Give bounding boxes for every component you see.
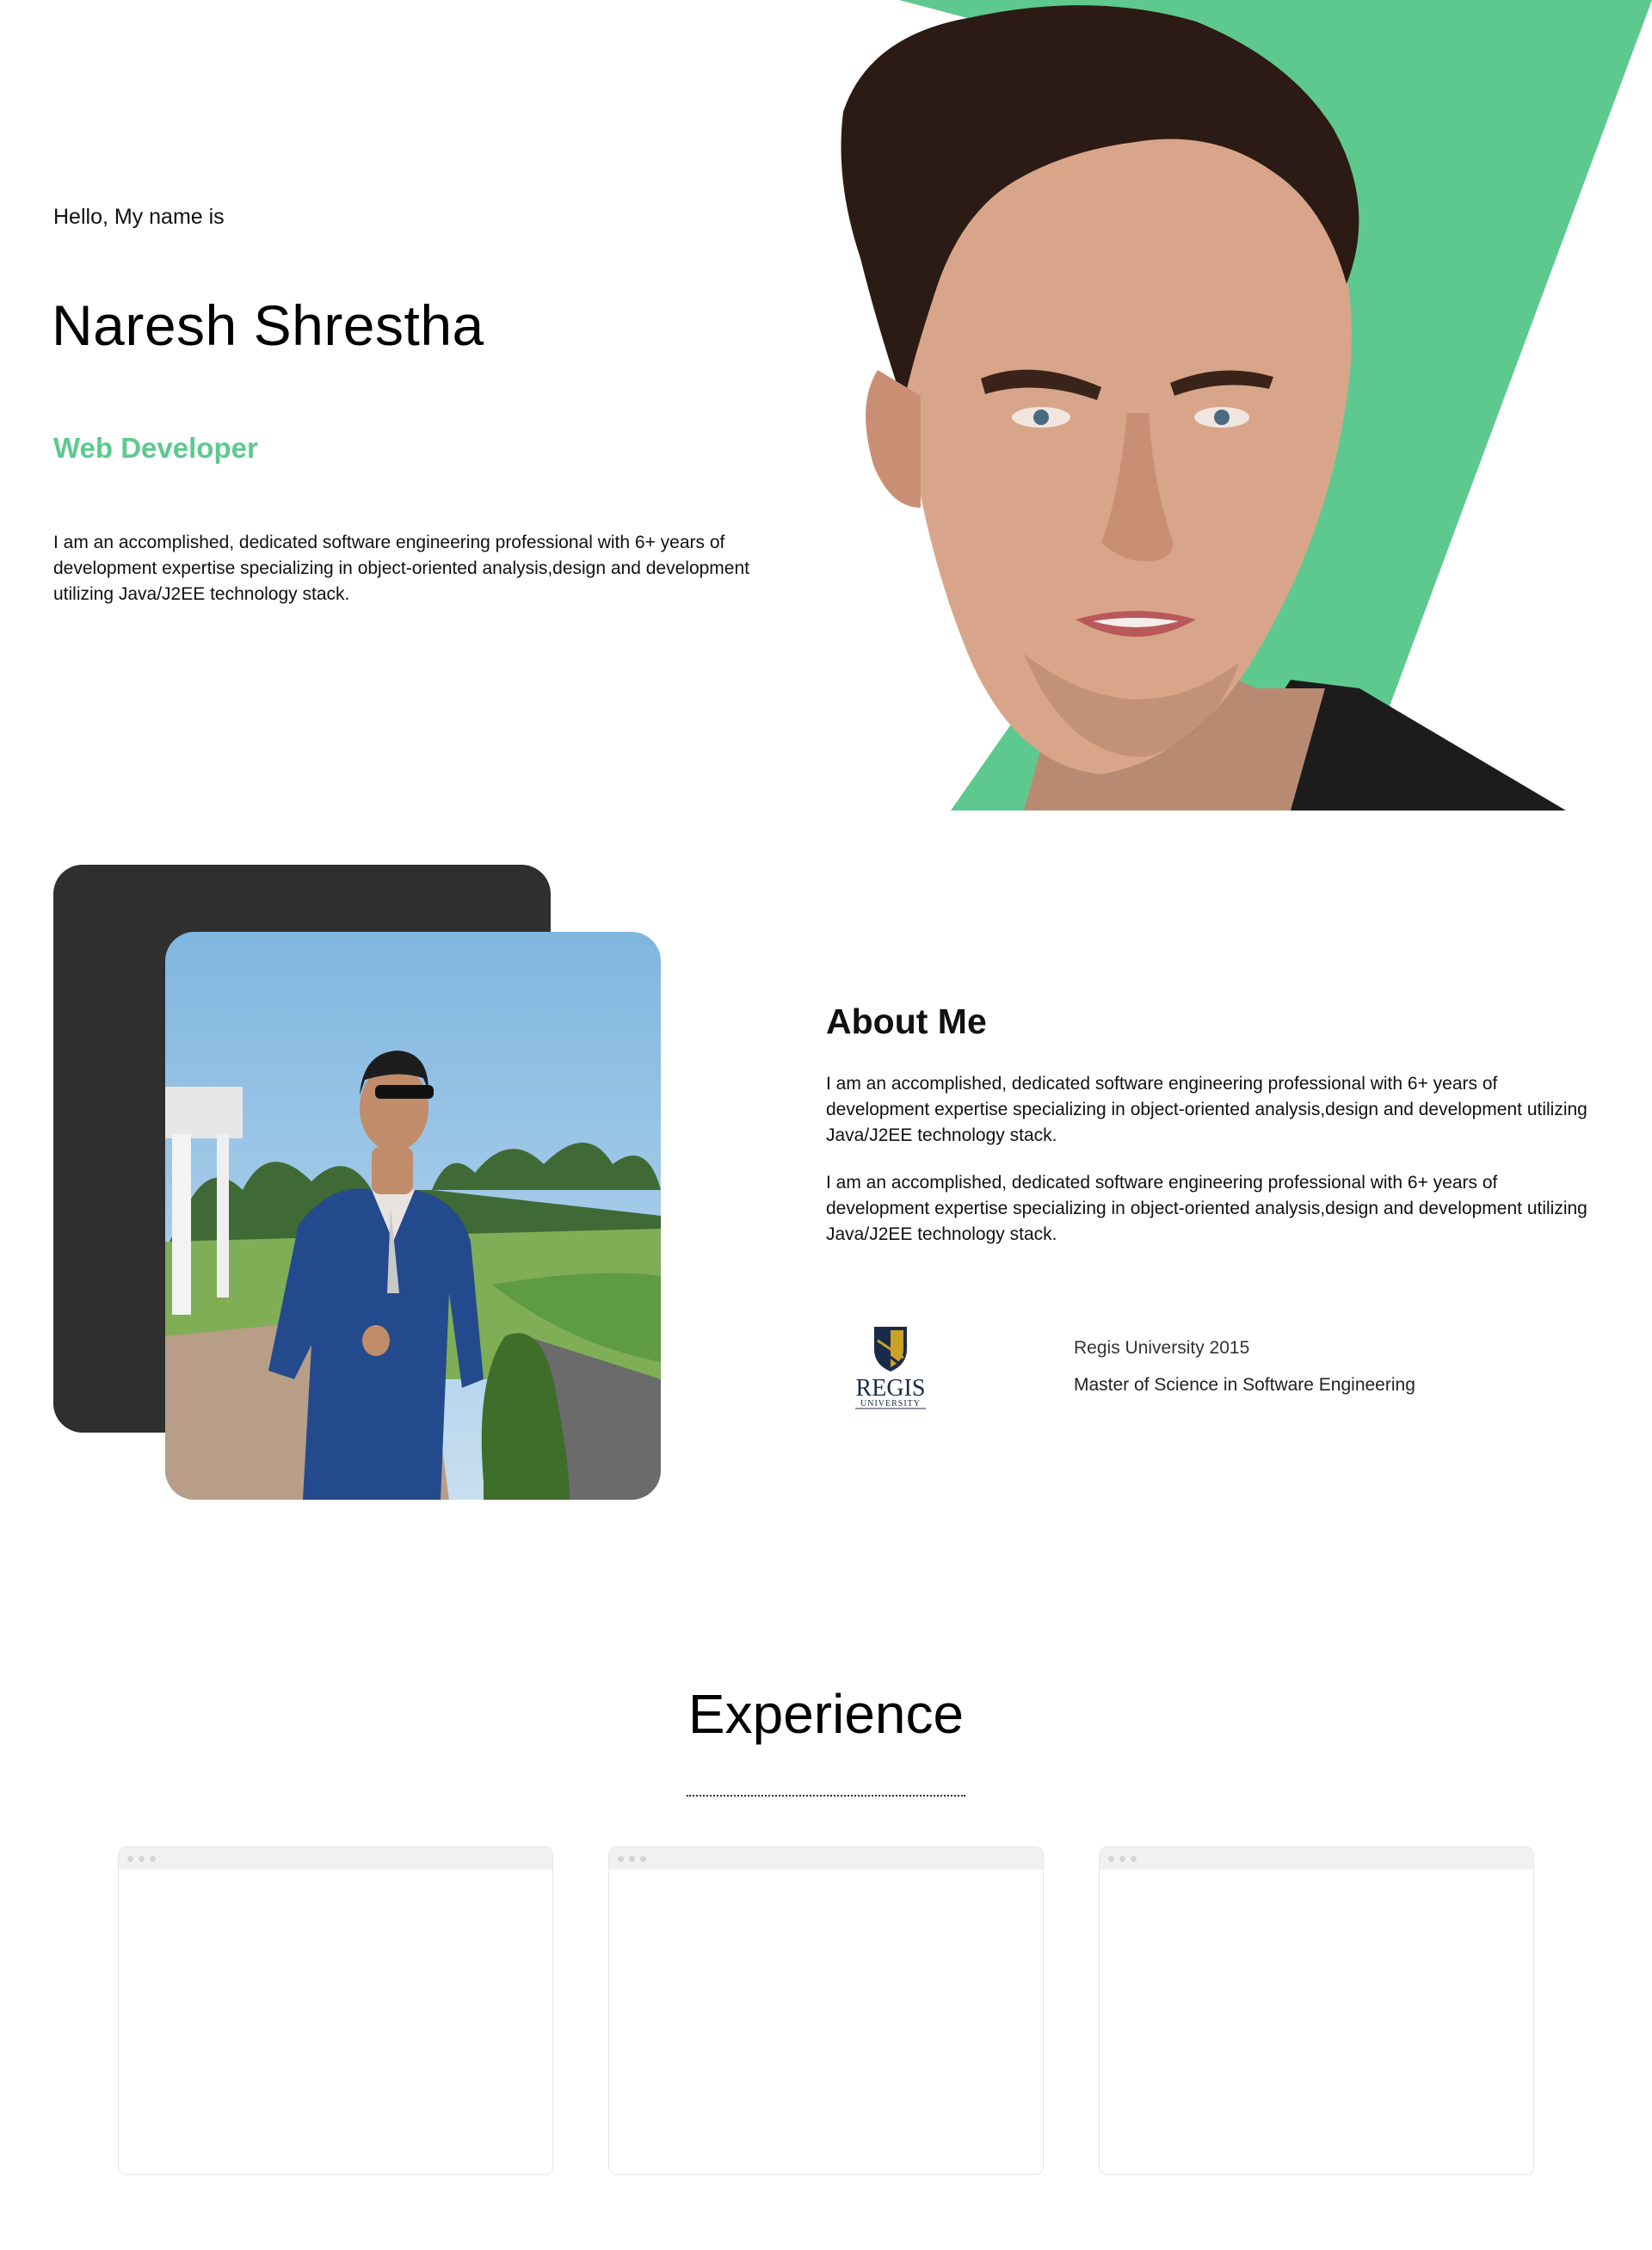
about-paragraph-1: I am an accomplished, dedicated software… — [826, 1074, 1587, 1145]
hero-bio: I am an accomplished, dedicated software… — [53, 533, 749, 604]
experience-card[interactable] — [118, 1846, 553, 2175]
about-paragraph-2: I am an accomplished, dedicated software… — [826, 1173, 1587, 1244]
experience-card[interactable] — [608, 1846, 1044, 2175]
window-dot-icon — [150, 1856, 156, 1862]
browser-window-bar — [1100, 1847, 1533, 1870]
about-photo-image — [165, 932, 661, 1500]
education-degree: Master of Science in Software Engineerin… — [1074, 1375, 1415, 1395]
window-dot-icon — [139, 1856, 145, 1862]
regis-university-logo: REGIS UNIVERSITY — [843, 1323, 938, 1411]
window-dot-icon — [127, 1856, 133, 1862]
hero-portrait-image — [809, 0, 1652, 811]
svg-text:REGIS: REGIS — [856, 1375, 926, 1402]
window-dot-icon — [618, 1856, 624, 1862]
window-dot-icon — [1108, 1856, 1114, 1862]
about-title: About Me — [826, 1002, 987, 1041]
window-dot-icon — [1131, 1856, 1137, 1862]
window-dot-icon — [1119, 1856, 1125, 1862]
browser-window-bar — [609, 1847, 1043, 1870]
hero-name: Naresh Shrestha — [52, 293, 484, 357]
browser-window-bar — [119, 1847, 552, 1870]
hero-section: Hello, My name is Naresh Shrestha Web De… — [0, 0, 1652, 811]
experience-title: Experience — [687, 1683, 965, 1745]
education-school: Regis University 2015 — [1074, 1338, 1250, 1358]
hero-greeting: Hello, My name is — [53, 205, 225, 229]
experience-divider — [687, 1795, 965, 1797]
window-dot-icon — [629, 1856, 635, 1862]
hero-role: Web Developer — [53, 432, 258, 464]
window-dot-icon — [640, 1856, 646, 1862]
experience-card[interactable] — [1099, 1846, 1534, 2175]
svg-text:UNIVERSITY: UNIVERSITY — [860, 1399, 921, 1409]
